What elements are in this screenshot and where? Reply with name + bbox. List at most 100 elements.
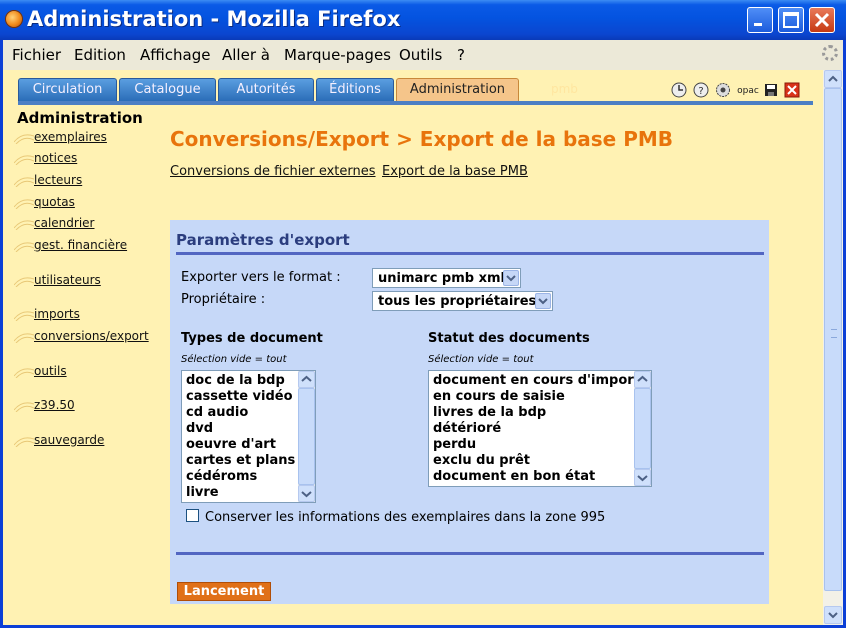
scroll-up-icon[interactable]	[298, 371, 315, 388]
doc-types-heading: Types de document	[181, 331, 323, 346]
export-params-panel: Paramètres d'export Exporter vers le for…	[170, 220, 769, 604]
subnav-conversions-link[interactable]: Conversions de fichier externes	[170, 164, 376, 179]
settings-icon[interactable]	[715, 82, 731, 98]
sidebar-link-calendrier[interactable]: calendrier	[34, 216, 94, 230]
sidebar-bullet-icon	[14, 177, 34, 187]
list-scrollbar[interactable]	[634, 371, 651, 486]
maximize-button[interactable]	[778, 7, 804, 33]
list-scrollbar[interactable]	[298, 371, 315, 502]
window-title: Administration - Mozilla Firefox	[27, 7, 401, 31]
sidebar-link-exemplaires[interactable]: exemplaires	[34, 130, 107, 144]
scroll-down-icon[interactable]	[824, 606, 842, 624]
owner-select[interactable]: tous les propriétaires	[372, 291, 553, 311]
panel-title: Paramètres d'export	[176, 231, 350, 249]
subnav-export-link[interactable]: Export de la base PMB	[382, 164, 528, 179]
sidebar-link-utilisateurs[interactable]: utilisateurs	[34, 273, 101, 287]
scroll-down-icon[interactable]	[298, 485, 315, 502]
sidebar-link-notices[interactable]: notices	[34, 151, 77, 165]
list-item[interactable]: détérioré	[433, 421, 501, 436]
list-item[interactable]: livres de la bdp	[433, 405, 546, 420]
firefox-icon	[6, 11, 22, 27]
format-select[interactable]: unimarc pmb xml	[372, 268, 521, 288]
list-item[interactable]: document en bon état	[433, 469, 595, 484]
svg-text:?: ?	[698, 86, 703, 97]
sidebar-link-sauvegarde[interactable]: sauvegarde	[34, 433, 104, 447]
sidebar-bullet-icon	[14, 311, 34, 321]
question-icon[interactable]: ?	[693, 82, 709, 98]
tab-editions[interactable]: Éditions	[316, 78, 394, 101]
menu-bar: Fichier Edition Affichage Aller à Marque…	[3, 40, 843, 68]
scroll-thumb[interactable]	[634, 388, 651, 469]
sidebar-bullet-icon	[14, 242, 34, 252]
sidebar-bullet-icon	[14, 220, 34, 230]
sidebar-bullet-icon	[14, 199, 34, 209]
maximize-icon	[783, 12, 799, 28]
minimize-icon	[754, 23, 762, 26]
sidebar-link-gest-financiere[interactable]: gest. financière	[34, 238, 127, 252]
sidebar-link-lecteurs[interactable]: lecteurs	[34, 173, 82, 187]
sidebar-bullet-icon	[14, 437, 34, 447]
menu-outils[interactable]: Outils	[399, 46, 442, 64]
list-item[interactable]: livre	[186, 485, 219, 500]
tab-catalogue[interactable]: Catalogue	[119, 78, 216, 101]
chevron-down-icon	[535, 293, 551, 309]
sidebar-title: Administration	[17, 109, 143, 127]
page-scrollbar[interactable]	[823, 70, 843, 625]
list-item[interactable]: exclu du prêt	[433, 453, 530, 468]
keep-items-label: Conserver les informations des exemplair…	[205, 510, 606, 525]
list-item[interactable]: cd audio	[186, 405, 248, 420]
list-item[interactable]: dvd	[186, 421, 213, 436]
doc-status-list[interactable]: document en cours d'import en cours de s…	[428, 370, 652, 487]
list-item[interactable]: document en cours d'import	[433, 373, 640, 388]
scroll-grip	[831, 329, 837, 338]
chevron-down-icon	[503, 270, 519, 286]
scroll-up-icon[interactable]	[824, 70, 842, 88]
doc-status-heading: Statut des documents	[428, 331, 590, 346]
close-window-button[interactable]	[809, 7, 835, 33]
sidebar-link-z3950[interactable]: z39.50	[34, 398, 75, 412]
scroll-down-icon[interactable]	[634, 469, 651, 486]
sidebar-bullet-icon	[14, 368, 34, 378]
list-item[interactable]: cédéroms	[186, 469, 257, 484]
menu-fichier[interactable]: Fichier	[12, 46, 61, 64]
minimize-button[interactable]	[747, 7, 773, 33]
opac-label: opac	[737, 86, 759, 96]
list-item[interactable]: en cours de saisie	[433, 389, 565, 404]
title-bar: Administration - Mozilla Firefox	[0, 0, 846, 40]
scroll-thumb[interactable]	[824, 88, 842, 591]
list-item[interactable]: cartes et plans	[186, 453, 295, 468]
menu-edition[interactable]: Edition	[74, 46, 126, 64]
sidebar-bullet-icon	[14, 277, 34, 287]
page-content: Circulation Catalogue Autorités Éditions…	[3, 70, 823, 625]
help-icon[interactable]	[671, 82, 687, 98]
list-item[interactable]: cassette vidéo	[186, 389, 293, 404]
launch-button[interactable]: Lancement	[177, 582, 271, 601]
close-icon	[814, 12, 830, 28]
tab-circulation[interactable]: Circulation	[18, 78, 117, 101]
page-title: Conversions/Export > Export de la base P…	[170, 127, 674, 151]
sidebar-bullet-icon	[14, 333, 34, 343]
list-item[interactable]: perdu	[433, 437, 476, 452]
scroll-thumb[interactable]	[298, 388, 315, 485]
menu-marque-pages[interactable]: Marque-pages	[284, 46, 391, 64]
close-icon[interactable]	[784, 82, 800, 98]
sidebar-link-imports[interactable]: imports	[34, 307, 80, 321]
save-icon[interactable]	[763, 82, 779, 98]
panel-divider-top	[176, 252, 764, 255]
opac-icon[interactable]: opac	[737, 82, 759, 98]
list-item[interactable]: doc de la bdp	[186, 373, 285, 388]
sidebar-link-outils[interactable]: outils	[34, 364, 67, 378]
sidebar-bullet-icon	[14, 134, 34, 144]
list-item[interactable]: oeuvre d'art	[186, 437, 276, 452]
tab-administration[interactable]: Administration	[396, 78, 519, 101]
doc-types-list[interactable]: doc de la bdp cassette vidéo cd audio dv…	[181, 370, 316, 503]
sidebar-link-quotas[interactable]: quotas	[34, 195, 75, 209]
keep-items-checkbox[interactable]	[186, 509, 199, 522]
scroll-up-icon[interactable]	[634, 371, 651, 388]
menu-affichage[interactable]: Affichage	[140, 46, 210, 64]
panel-divider-bottom	[176, 552, 764, 555]
menu-help[interactable]: ?	[457, 46, 465, 64]
menu-aller-a[interactable]: Aller à	[222, 46, 270, 64]
sidebar-link-conversions-export[interactable]: conversions/export	[34, 329, 149, 343]
tab-autorites[interactable]: Autorités	[218, 78, 314, 101]
